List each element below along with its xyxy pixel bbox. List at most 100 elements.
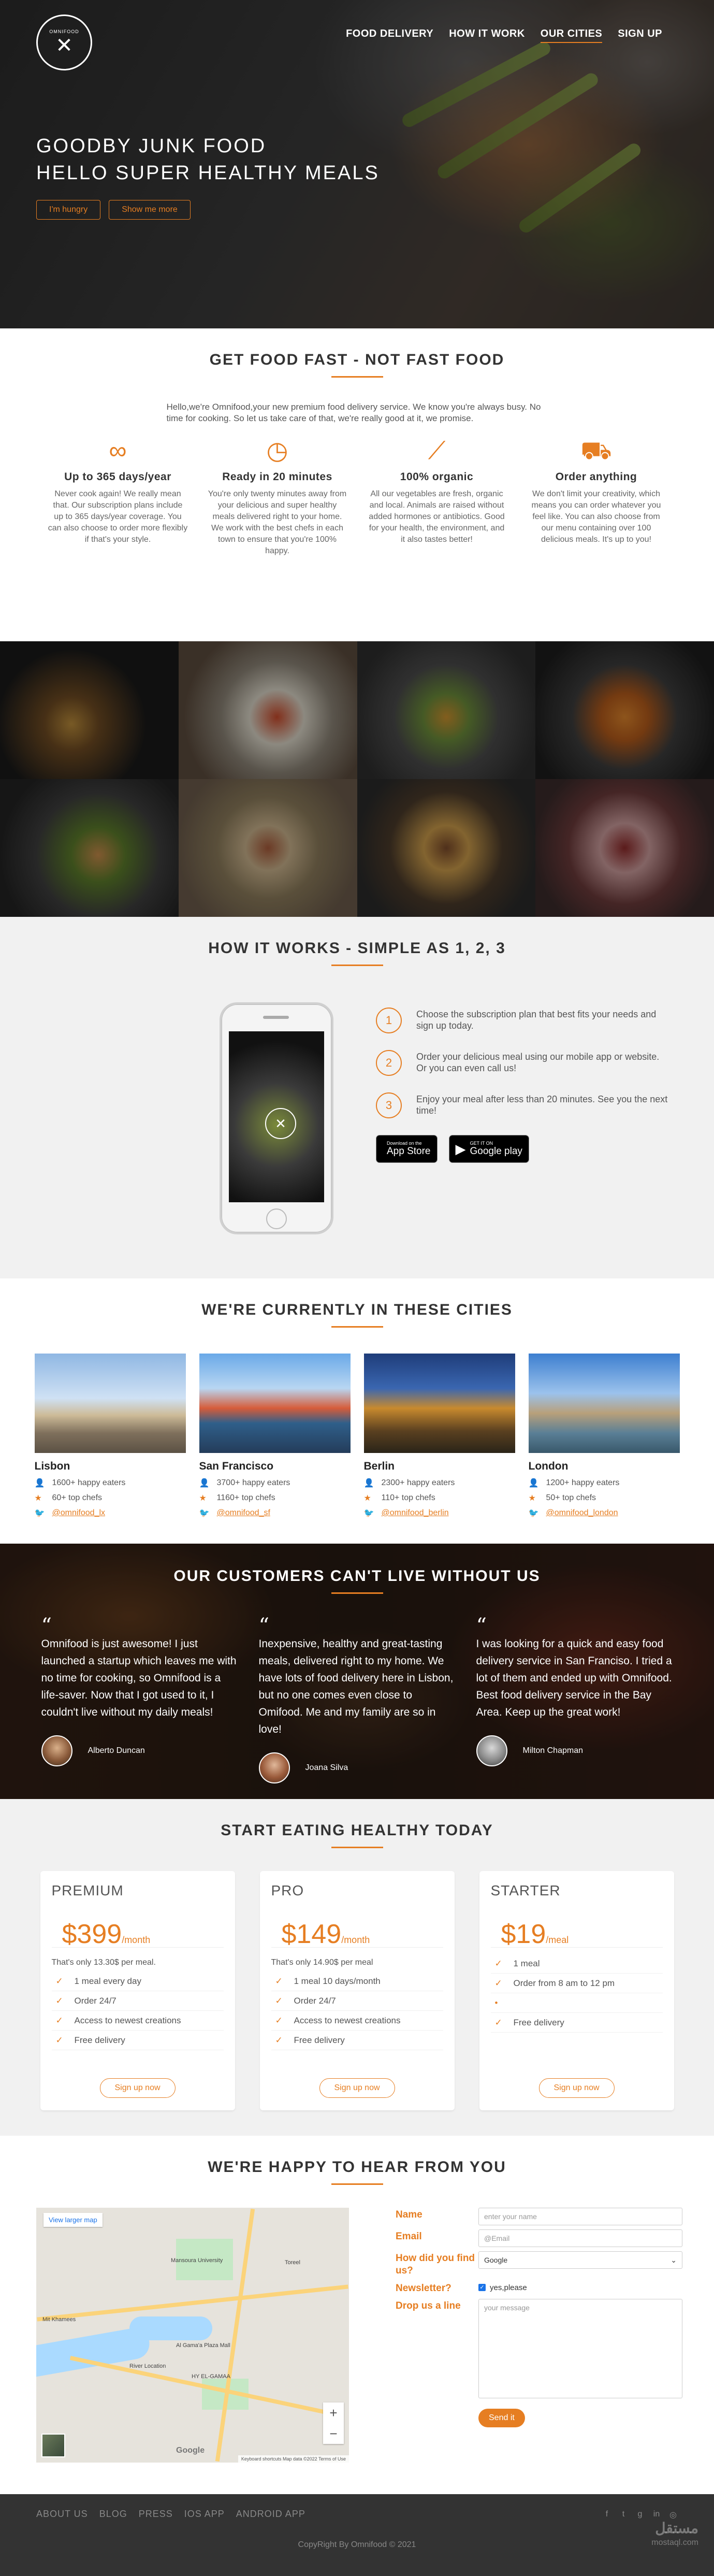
how-it-works-section: HOW IT WORKS - SIMPLE AS 1, 2, 3 ✕ 1 Cho…	[0, 917, 714, 1278]
googleplus-icon[interactable]: g	[635, 2510, 645, 2520]
plan-name: PREMIUM	[51, 1882, 124, 1898]
map-zoom-controls: + −	[323, 2402, 344, 2444]
feature-title: Up to 365 days/year	[64, 471, 171, 483]
linkedin-icon[interactable]: in	[652, 2510, 661, 2520]
show-more-button[interactable]: Show me more	[109, 200, 191, 220]
twitter-link[interactable]: @omnifood_sf	[217, 1508, 270, 1518]
testimonial-author: Joana Silva	[258, 1752, 456, 1783]
chefs-text: 50+ top chefs	[546, 1493, 596, 1502]
name-input[interactable]: enter your name	[478, 2208, 682, 2225]
step-number: 3	[376, 1092, 402, 1118]
twitter-link[interactable]: @omnifood_berlin	[382, 1508, 449, 1518]
plans-section: START EATING HEALTHY TODAY PREMIUM $399 /…	[0, 1799, 714, 2136]
social-links: f t g in ◎	[602, 2510, 678, 2520]
select-value: Google	[484, 2256, 508, 2264]
copyright: CopyRight By Omnifood © 2021	[298, 2540, 416, 2549]
store-small-text: GET IT ON	[470, 1141, 493, 1146]
zoom-in-button[interactable]: +	[323, 2402, 344, 2423]
city-photo	[34, 1354, 186, 1453]
city-name: San Francisco	[199, 1460, 274, 1472]
zoom-out-button[interactable]: −	[323, 2423, 344, 2444]
carrot-icon: ⟋	[428, 437, 446, 465]
testimonials-section: OUR CUSTOMERS CAN'T LIVE WITHOUT US “ Om…	[0, 1544, 714, 1799]
steps-title: HOW IT WORKS - SIMPLE AS 1, 2, 3	[208, 940, 506, 957]
cities-grid: Lisbon 👤 1600+ happy eaters ★ 60+ top chef…	[0, 1354, 714, 1523]
phone-screen: ✕	[229, 1031, 324, 1202]
city-eaters: 👤 1200+ happy eaters	[529, 1478, 680, 1488]
feature-label: Free delivery	[74, 2035, 125, 2045]
email-input[interactable]: @Email	[478, 2229, 682, 2247]
person-icon: 👤	[34, 1479, 45, 1488]
quote-icon: “	[41, 1614, 52, 1638]
sign-up-button[interactable]: Sign up now	[538, 2078, 615, 2098]
facebook-icon[interactable]: f	[602, 2510, 611, 2520]
sign-up-button[interactable]: Sign up now	[99, 2078, 176, 2098]
features-intro: Hello,we're Omnifood,your new premium fo…	[166, 402, 541, 423]
testimonial-author: Milton Chapman	[476, 1735, 673, 1766]
nav-our-cities[interactable]: OUR CITIES	[540, 28, 603, 43]
footer-link-blog[interactable]: BLOG	[99, 2509, 127, 2520]
twitter-link[interactable]: @omnifood_lx	[52, 1508, 106, 1518]
form-row-name: Name enter your name	[349, 2208, 711, 2225]
feature-20min: ◷ Ready in 20 minutes You're only twenty…	[208, 435, 347, 557]
dribbble-icon[interactable]: ◎	[668, 2510, 678, 2520]
feature-title: Order anything	[555, 471, 637, 483]
nav-sign-up[interactable]: SIGN UP	[618, 28, 662, 43]
step-number: 2	[376, 1050, 402, 1076]
feature-365: ∞ Up to 365 days/year Never cook again! …	[48, 435, 188, 557]
plan-feature: ✓ Free delivery	[51, 2031, 224, 2050]
app-store-button[interactable]: Download on the App Store	[376, 1135, 438, 1163]
feature-title: 100% organic	[400, 471, 474, 483]
nav-food-delivery[interactable]: FOOD DELIVERY	[346, 28, 433, 43]
newsletter-label: Newsletter?	[396, 2283, 451, 2294]
find-us-select[interactable]: Google ⌄	[478, 2251, 682, 2269]
plan-period: /meal	[546, 1935, 569, 1945]
map-label: River Location	[129, 2363, 166, 2369]
city-card-san-francisco: San Francisco 👤 3700+ happy eaters ★ 1160+…	[199, 1354, 351, 1523]
city-photo	[528, 1354, 680, 1453]
step-text: Enjoy your meal after less than 20 minut…	[416, 1094, 668, 1116]
view-larger-map-link[interactable]: View larger map	[43, 2213, 103, 2227]
twitter-link[interactable]: @omnifood_london	[546, 1508, 618, 1518]
omnifood-logo[interactable]: OMNIFOOD ✕	[36, 15, 92, 70]
twitter-icon[interactable]: t	[619, 2510, 628, 2520]
satellite-toggle[interactable]	[41, 2434, 65, 2457]
plan-features: ✓ 1 meal ✓ Order from 8 am to 12 pm • ✓ Fre…	[490, 1954, 663, 2033]
footer-link-ios[interactable]: IOS APP	[184, 2509, 225, 2520]
map-label: Al Gama'a Plaza Mall	[176, 2342, 230, 2349]
google-map[interactable]: Mansoura University Mit Khamees Al Gama'…	[36, 2208, 349, 2463]
footer-link-android[interactable]: ANDROID APP	[236, 2509, 305, 2520]
fork-knife-icon: ✕	[265, 1108, 296, 1139]
footer-link-about[interactable]: ABOUT US	[36, 2509, 88, 2520]
store-buttons: Download on the App Store ▶ GET IT ON Goog…	[376, 1135, 668, 1163]
store-small-text: Download on the	[387, 1141, 422, 1146]
plans-title: START EATING HEALTHY TODAY	[221, 1822, 493, 1839]
step-item: 3 Enjoy your meal after less than 20 min…	[376, 1092, 668, 1118]
star-icon: ★	[363, 1494, 371, 1503]
plan-feature: ✓ 1 meal 10 days/month	[271, 1971, 443, 1991]
message-textarea[interactable]: your message	[478, 2299, 682, 2398]
step-number: 1	[376, 1008, 402, 1033]
cart-icon: ⛟	[580, 437, 612, 465]
footer: ABOUT US BLOG PRESS IOS APP ANDROID APP …	[0, 2494, 714, 2576]
chevron-down-icon: ⌄	[671, 2256, 677, 2264]
eaters-text: 3700+ happy eaters	[216, 1478, 290, 1487]
check-icon: ✓	[55, 2035, 63, 2045]
hungry-button[interactable]: I'm hungry	[36, 200, 101, 220]
sign-up-button[interactable]: Sign up now	[319, 2078, 395, 2098]
plan-price: $399	[62, 1919, 122, 1949]
form-row-message: Drop us a line your message	[349, 2299, 711, 2398]
nav-how-it-works[interactable]: HOW IT WORK	[449, 28, 525, 43]
features-section: GET FOOD FAST - NOT FAST FOOD Hello,we'r…	[0, 328, 714, 641]
feature-label: Order from 8 am to 12 pm	[513, 1978, 615, 1988]
feature-title: Ready in 20 minutes	[222, 471, 332, 483]
send-button[interactable]: Send it	[478, 2409, 525, 2427]
google-play-button[interactable]: ▶ GET IT ON Google play	[448, 1135, 529, 1163]
steps-list: 1 Choose the subscription plan that best…	[357, 1002, 668, 1163]
testimonial: “ Inexpensive, healthy and great-tasting…	[258, 1614, 456, 1783]
quote-icon: “	[258, 1614, 269, 1638]
checkbox-checked-icon: ✓	[478, 2284, 486, 2291]
newsletter-checkbox[interactable]: ✓ yes,please	[478, 2281, 527, 2294]
footer-link-press[interactable]: PRESS	[139, 2509, 173, 2520]
meal-photo	[178, 641, 357, 779]
